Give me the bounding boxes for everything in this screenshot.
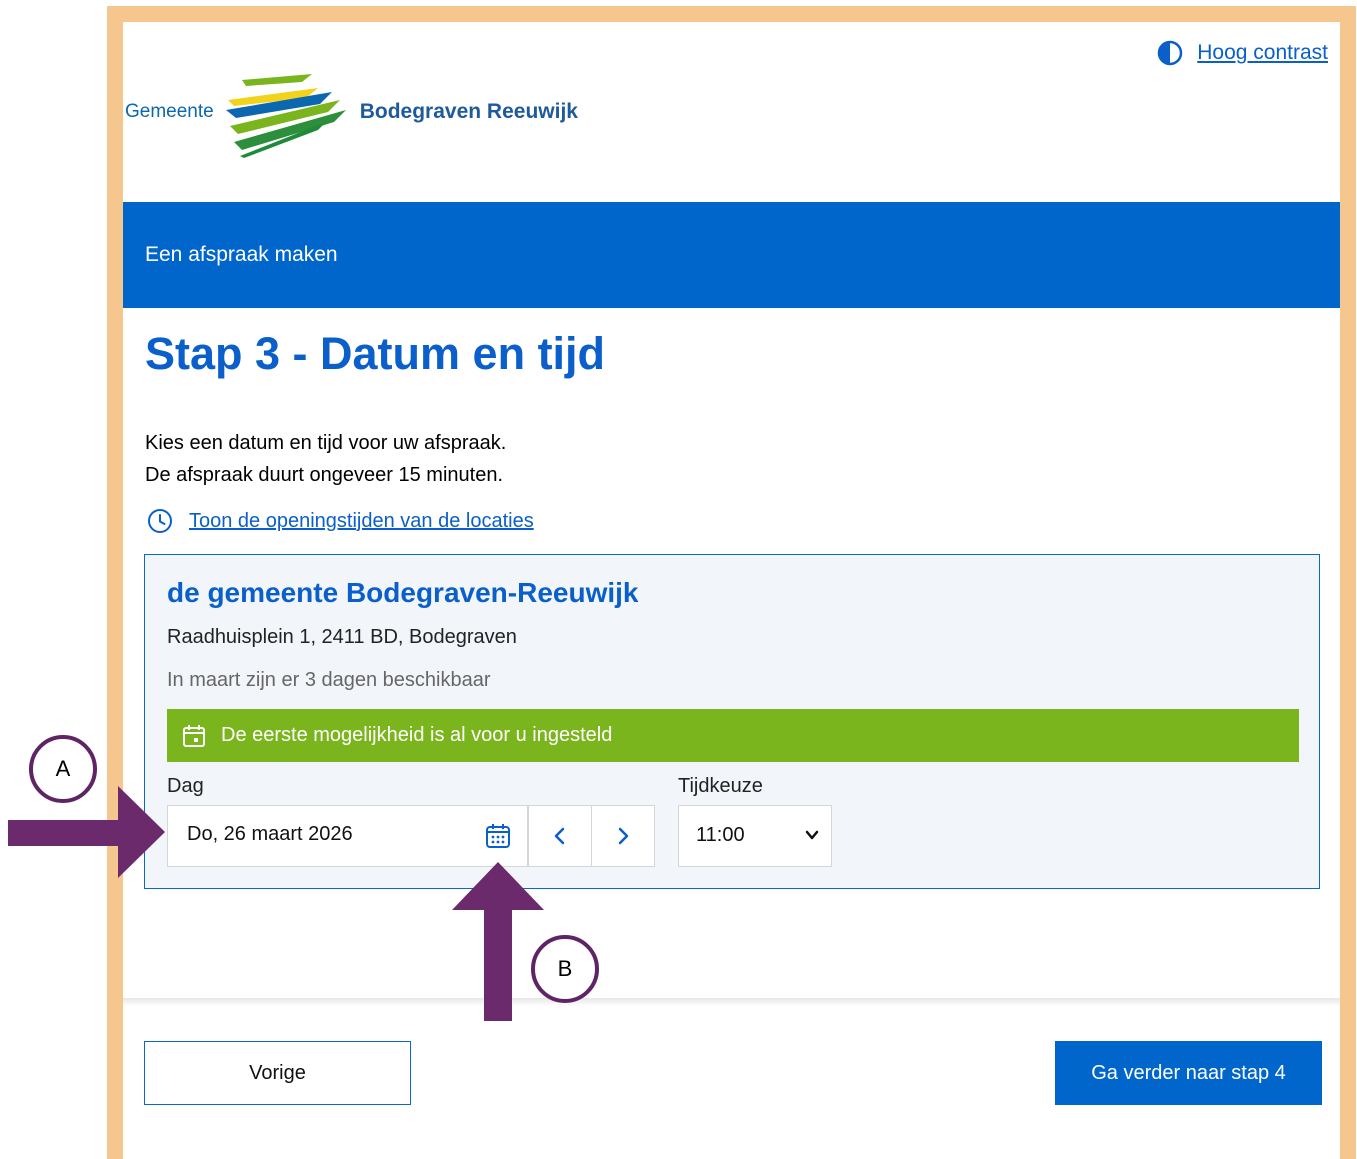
arrow-a xyxy=(8,786,165,878)
annotation-marker-a: A xyxy=(29,735,97,803)
arrow-b xyxy=(452,862,544,1021)
annotation-arrows xyxy=(8,786,544,1021)
annotation-marker-b: B xyxy=(531,935,599,1003)
